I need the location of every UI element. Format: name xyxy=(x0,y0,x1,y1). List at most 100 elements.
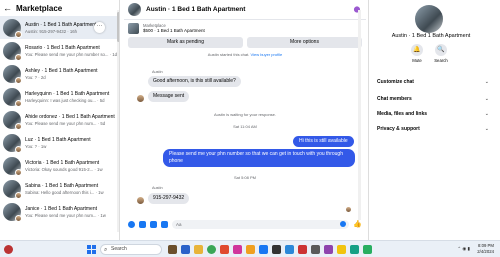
listing-card[interactable]: Marketplace $500 · 1 Bed 1 Bath Apartmen… xyxy=(124,20,366,36)
timestamp: Sat 11:04 AM xyxy=(233,124,257,129)
outgoing-message: Please send me your phn number so that w… xyxy=(163,149,355,167)
task-view-icon[interactable] xyxy=(181,245,190,254)
conversation-item[interactable]: Harleyquinn · 1 Bed 1 Bath Apartment Harl… xyxy=(0,85,119,108)
thumbs-up-icon[interactable]: 👍 xyxy=(353,220,362,228)
sticker-icon[interactable] xyxy=(150,220,157,228)
file-explorer-icon[interactable] xyxy=(194,245,203,254)
conversation-preview: Austin: 915-297-9432 · 16h xyxy=(25,28,78,34)
conversation-preview: Victoria: Okay sounds good 915-2... · 1w xyxy=(25,166,103,172)
message-composer: Aa 👍 xyxy=(124,216,366,232)
app-icon[interactable] xyxy=(350,245,359,254)
chat-panel: Austin · 1 Bed 1 Bath Apartment ⬤ Market… xyxy=(124,0,366,240)
privacy-support-item[interactable]: Privacy & support ⌄ xyxy=(377,126,489,132)
search-label: Search xyxy=(434,58,448,63)
conversation-name: Ahide ordonez · 1 Bed 1 Bath Apartment xyxy=(25,113,115,120)
conversation-name: Luz · 1 Bed 1 Bath Apartment xyxy=(25,136,91,143)
sender-avatar xyxy=(137,95,144,102)
sidebar-header: ← Marketplace xyxy=(0,0,119,16)
taskbar-clock[interactable]: 8:09 PM 2/4/2024 xyxy=(477,243,494,255)
conversation-preview: Harleyquinn: I was just checking ou... ·… xyxy=(25,97,105,103)
bell-icon[interactable]: 🔔 xyxy=(411,44,423,56)
listing-thumbnail xyxy=(3,133,22,153)
conversation-item[interactable]: Janice · 1 Bed 1 Bath Apartment You: Plea… xyxy=(0,200,119,223)
conversation-item[interactable]: Victoria · 1 Bed 1 Bath Apartment Victori… xyxy=(0,154,119,177)
message-input[interactable]: Aa xyxy=(172,219,350,229)
windows-start-icon[interactable] xyxy=(87,245,96,254)
weather-widget-icon[interactable] xyxy=(4,245,13,254)
view-buyer-profile-link[interactable]: View buyer profile xyxy=(250,52,282,57)
conversation-preview: You: Please send me your phn num... · 1w xyxy=(25,212,106,218)
item-label: Customize chat xyxy=(377,79,414,85)
more-options-icon[interactable]: ··· xyxy=(94,22,105,33)
waiting-notice: Austin is waiting for your response. xyxy=(213,112,277,117)
search-icon: ⌕ xyxy=(104,247,108,253)
gif-icon[interactable] xyxy=(161,220,168,228)
listing-thumbnail xyxy=(3,87,22,107)
customize-chat-item[interactable]: Customize chat ⌄ xyxy=(377,79,489,85)
message-input-placeholder: Aa xyxy=(176,221,182,227)
emoji-icon[interactable] xyxy=(340,220,347,227)
system-tray[interactable]: ⌃ ◉ ▮ xyxy=(457,246,470,252)
message-list: Austin Good afternoon, is this still ava… xyxy=(124,66,366,216)
mute-label: Mute xyxy=(412,58,422,63)
chat-members-item[interactable]: Chat members ⌄ xyxy=(377,96,489,102)
conversation-item[interactable]: Austin · 1 Bed 1 Bath Apartment Austin: 9… xyxy=(0,16,119,39)
conversation-preview: You: Please send me your phn num... · 5d xyxy=(25,120,106,126)
app-icon[interactable] xyxy=(311,245,320,254)
plus-icon[interactable] xyxy=(128,220,135,228)
listing-thumbnail xyxy=(3,202,22,222)
conversation-name: Ashley · 1 Bed 1 Bath Apartment xyxy=(25,67,98,74)
mark-pending-button[interactable]: Mark as pending xyxy=(128,37,243,48)
app-icon[interactable] xyxy=(246,245,255,254)
chevron-down-icon: ⌄ xyxy=(484,126,489,132)
sender-avatar xyxy=(137,197,144,204)
more-options-button[interactable]: More options xyxy=(247,37,362,48)
app-icon[interactable] xyxy=(220,245,229,254)
conversation-item[interactable]: Sabina · 1 Bed 1 Bath Apartment Sabina: H… xyxy=(0,177,119,200)
conversation-item[interactable]: Ashley · 1 Bed 1 Bath Apartment You: ? · … xyxy=(0,62,119,85)
conversation-item[interactable]: Ahide ordonez · 1 Bed 1 Bath Apartment Yo… xyxy=(0,108,119,131)
back-arrow-icon[interactable]: ← xyxy=(3,3,12,13)
taskbar-search[interactable]: ⌕ Search xyxy=(100,244,162,255)
chevron-down-icon: ⌄ xyxy=(484,96,489,102)
image-icon[interactable] xyxy=(139,220,146,228)
conversation-item[interactable]: Rosario · 1 Bed 1 Bath Apartment You: Ple… xyxy=(0,39,119,62)
chat-scrollbar[interactable] xyxy=(358,10,361,220)
app-icon[interactable] xyxy=(337,245,346,254)
chat-title[interactable]: Austin · 1 Bed 1 Bath Apartment xyxy=(146,6,348,13)
app-icon[interactable] xyxy=(233,245,242,254)
media-files-links-item[interactable]: Media, files and links ⌄ xyxy=(377,111,489,117)
conversation-preview: You: ? · 1w xyxy=(25,143,47,149)
item-label: Media, files and links xyxy=(377,111,428,117)
app-icon[interactable] xyxy=(259,245,268,254)
sidebar-title: Marketplace xyxy=(16,3,63,13)
listing-thumbnail xyxy=(128,3,141,16)
conversation-name: Janice · 1 Bed 1 Bath Apartment xyxy=(25,205,97,212)
listing-thumbnail xyxy=(3,110,22,130)
app-icon[interactable] xyxy=(363,245,372,254)
app-icon[interactable] xyxy=(285,245,294,254)
system-note: Austin started this chat. View buyer pro… xyxy=(124,52,366,57)
listing-title: $500 · 1 Bed 1 Bath Apartment xyxy=(143,28,205,33)
conversation-name: Rosario · 1 Bed 1 Bath Apartment xyxy=(25,44,100,51)
app-icon[interactable] xyxy=(324,245,333,254)
listing-actions: Mark as pending More options xyxy=(124,37,366,48)
windows-taskbar: ⌕ Search ⌃ ◉ ▮ 8:09 PM 2/4/2024 xyxy=(0,240,500,257)
app-icon[interactable] xyxy=(168,245,177,254)
listing-thumbnail xyxy=(3,179,22,199)
incoming-message: 915-297-9432 xyxy=(148,193,190,204)
conversation-name: Harleyquinn · 1 Bed 1 Bath Apartment xyxy=(25,90,110,97)
listing-avatar xyxy=(415,5,443,33)
sidebar-scrollbar[interactable] xyxy=(117,10,119,232)
outgoing-message: Hi this is still available xyxy=(293,136,354,147)
app-icon[interactable] xyxy=(298,245,307,254)
item-label: Chat members xyxy=(377,96,412,102)
conversation-preview: You: Please send me your phn number so..… xyxy=(25,51,118,57)
conversation-item[interactable]: Luz · 1 Bed 1 Bath Apartment You: ? · 1w xyxy=(0,131,119,154)
app-icon[interactable] xyxy=(272,245,281,254)
conversation-sidebar: ← Marketplace Austin · 1 Bed 1 Bath Apar… xyxy=(0,0,120,240)
search-icon[interactable]: 🔍 xyxy=(435,44,447,56)
chat-info-panel: Austin · 1 Bed 1 Bath Apartment 🔔 Mute 🔍… xyxy=(368,0,500,240)
listing-thumbnail xyxy=(3,64,22,84)
chrome-icon[interactable] xyxy=(207,245,216,254)
